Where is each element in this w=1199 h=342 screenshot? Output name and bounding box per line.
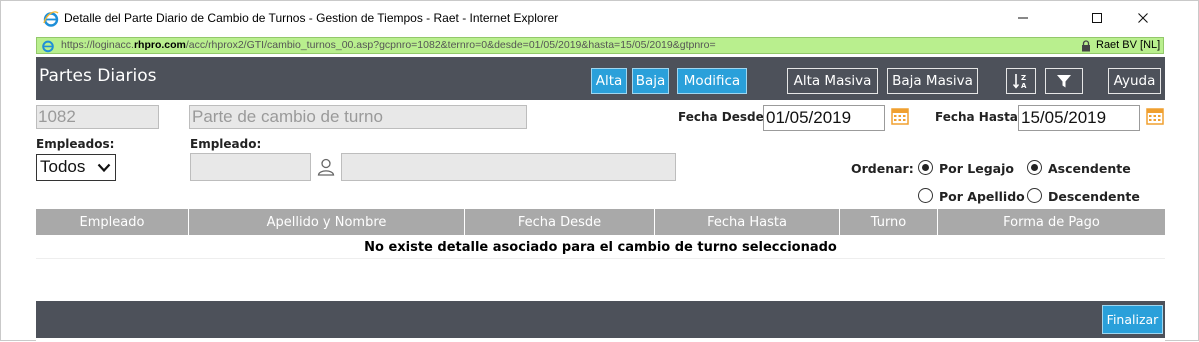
address-url[interactable]: https://loginacc.rhpro.com/acc/rhprox2/G… — [61, 39, 716, 51]
baja-masiva-button[interactable]: Baja Masiva — [887, 68, 978, 94]
address-bar[interactable]: https://loginacc.rhpro.com/acc/rhprox2/G… — [36, 37, 1164, 54]
ordenar-label: Ordenar: — [851, 161, 914, 176]
lock-icon — [1082, 40, 1090, 52]
url-domain: rhpro.com — [133, 39, 186, 51]
fecha-desde-label: Fecha Desde: — [678, 110, 769, 124]
direction-ascendente-label: Ascendente — [1048, 161, 1131, 176]
finalizar-button[interactable]: Finalizar — [1102, 305, 1163, 334]
direction-descendente-radio[interactable] — [1027, 188, 1042, 203]
column-header-turno[interactable]: Turno — [840, 209, 938, 235]
empleado-name-field[interactable] — [341, 153, 676, 181]
fecha-desde-input[interactable]: 01/05/2019 — [763, 105, 885, 131]
maximize-icon — [1092, 13, 1102, 23]
table-header: Empleado Apellido y Nombre Fecha Desde F… — [36, 209, 1165, 235]
column-header-forma-de-pago[interactable]: Forma de Pago — [938, 209, 1165, 235]
empleados-selected-value: Todos — [40, 157, 86, 176]
fecha-hasta-input[interactable]: 15/05/2019 — [1018, 105, 1140, 131]
internet-explorer-icon — [43, 11, 59, 27]
modifica-button[interactable]: Modifica — [677, 68, 747, 94]
svg-text:Z: Z — [1021, 74, 1026, 82]
alta-masiva-button[interactable]: Alta Masiva — [787, 68, 878, 94]
empleados-label: Empleados: — [36, 137, 115, 151]
column-header-fecha-desde[interactable]: Fecha Desde — [465, 209, 655, 235]
url-prefix: https://loginacc. — [61, 39, 134, 51]
empleado-code-field[interactable] — [190, 153, 311, 181]
direction-ascendente-radio[interactable] — [1027, 160, 1042, 175]
page-title: Partes Diarios — [39, 66, 157, 86]
baja-button[interactable]: Baja — [632, 68, 669, 94]
minimize-icon — [1018, 17, 1028, 19]
app-content: Partes Diarios Alta Baja Modifica Alta M… — [36, 57, 1165, 342]
fecha-hasta-label: Fecha Hasta: — [935, 110, 1023, 124]
empleado-label: Empleado: — [190, 137, 262, 151]
calendar-icon[interactable] — [1146, 107, 1164, 125]
app-header: Partes Diarios Alta Baja Modifica Alta M… — [36, 57, 1165, 100]
column-header-fecha-hasta[interactable]: Fecha Hasta — [655, 209, 840, 235]
svg-text:A: A — [1021, 82, 1027, 90]
close-button[interactable] — [1123, 5, 1163, 31]
chevron-down-icon — [97, 163, 111, 173]
order-por-apellido-label: Por Apellido — [939, 189, 1025, 204]
internet-explorer-icon — [42, 40, 54, 53]
minimize-button[interactable] — [1003, 5, 1043, 31]
parte-description-field[interactable]: Parte de cambio de turno — [189, 105, 527, 129]
user-search-icon[interactable] — [316, 157, 336, 177]
filter-button[interactable] — [1045, 68, 1083, 94]
certificate-owner[interactable]: Raet BV [NL] — [1096, 39, 1160, 51]
sort-button[interactable]: Z A — [1006, 68, 1036, 94]
empleados-select[interactable]: Todos — [36, 154, 116, 181]
column-header-apellido-nombre[interactable]: Apellido y Nombre — [189, 209, 465, 235]
window-title: Detalle del Parte Diario de Cambio de Tu… — [64, 11, 559, 25]
calendar-icon[interactable] — [891, 107, 909, 125]
app-footer: Finalizar — [36, 301, 1165, 338]
empty-table-message: No existe detalle asociado para el cambi… — [36, 237, 1165, 259]
url-path: /acc/rhprox2/GTI/cambio_turnos_00.asp?gc… — [185, 39, 716, 51]
close-icon — [1138, 13, 1148, 23]
ayuda-button[interactable]: Ayuda — [1108, 68, 1161, 94]
column-header-empleado[interactable]: Empleado — [36, 209, 189, 235]
direction-descendente-label: Descendente — [1048, 189, 1140, 204]
order-por-apellido-radio[interactable] — [918, 188, 933, 203]
filter-icon — [1057, 75, 1071, 88]
order-por-legajo-radio[interactable] — [918, 160, 933, 175]
browser-window: Detalle del Parte Diario de Cambio de Tu… — [0, 0, 1199, 342]
parte-code-field[interactable]: 1082 — [36, 105, 159, 129]
alta-button[interactable]: Alta — [591, 68, 627, 94]
sort-az-icon: Z A — [1012, 74, 1027, 90]
maximize-button[interactable] — [1077, 5, 1117, 31]
order-por-legajo-label: Por Legajo — [939, 161, 1014, 176]
title-bar: Detalle del Parte Diario de Cambio de Tu… — [1, 1, 1198, 36]
